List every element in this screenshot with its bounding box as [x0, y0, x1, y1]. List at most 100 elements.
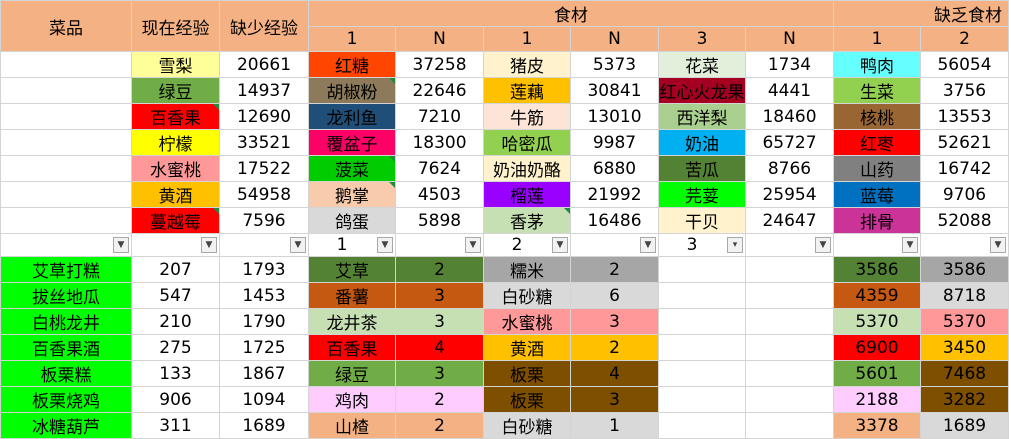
cell[interactable] [745, 256, 834, 283]
ingredient-cell[interactable]: 板栗 [483, 360, 571, 387]
lacking-cell[interactable]: 6900 [833, 334, 921, 361]
count-cell[interactable]: 3 [395, 360, 484, 387]
value-cell[interactable]: 20661 [219, 51, 309, 78]
filter-active-icon[interactable]: ▾ [727, 237, 743, 253]
lacking-cell[interactable]: 2188 [833, 386, 921, 413]
header-dish[interactable]: 菜品 [0, 0, 132, 52]
value-cell[interactable]: 9706 [920, 181, 1009, 208]
value-cell[interactable]: 7596 [219, 207, 309, 234]
dish-cell[interactable]: 板栗糕 [0, 360, 132, 387]
header-sub-n[interactable]: N [745, 26, 834, 52]
ingredient-cell[interactable]: 水蜜桃 [131, 155, 220, 182]
filter-dropdown-button[interactable]: ▼ [201, 237, 217, 253]
value-cell[interactable]: 30841 [570, 77, 659, 104]
cell[interactable] [0, 51, 132, 78]
value-cell[interactable]: 52088 [920, 207, 1009, 234]
cell[interactable] [745, 334, 834, 361]
cell[interactable] [658, 360, 746, 387]
filter-dropdown-button[interactable]: ▼ [290, 237, 306, 253]
ingredient-cell[interactable]: 红心火龙果 [658, 77, 746, 104]
lacking-cell[interactable]: 3450 [920, 334, 1009, 361]
value-cell[interactable]: 4503 [395, 181, 484, 208]
value-cell[interactable]: 7210 [395, 103, 484, 130]
current-exp-cell[interactable]: 311 [131, 412, 220, 439]
value-cell[interactable]: 13553 [920, 103, 1009, 130]
value-cell[interactable]: 6880 [570, 155, 659, 182]
ingredient-cell[interactable]: 奶油奶酪 [483, 155, 571, 182]
ingredient-cell[interactable]: 水蜜桃 [483, 308, 571, 335]
value-cell[interactable]: 16486 [570, 207, 659, 234]
lacking-cell[interactable]: 3586 [833, 256, 921, 283]
cell[interactable] [745, 360, 834, 387]
value-cell[interactable]: 56054 [920, 51, 1009, 78]
cell[interactable] [658, 256, 746, 283]
filter-cell[interactable]: ▼ [920, 233, 1009, 257]
cell[interactable] [0, 103, 132, 130]
ingredient-cell[interactable]: 芫荽 [658, 181, 746, 208]
value-cell[interactable]: 7624 [395, 155, 484, 182]
filter-cell[interactable]: ▼ [395, 233, 484, 257]
ingredient-cell[interactable]: 排骨 [833, 207, 921, 234]
dish-cell[interactable]: 百香果酒 [0, 334, 132, 361]
value-cell[interactable]: 3756 [920, 77, 1009, 104]
header-sub-n[interactable]: N [395, 26, 484, 52]
lacking-cell[interactable]: 7468 [920, 360, 1009, 387]
value-cell[interactable]: 1734 [745, 51, 834, 78]
ingredient-cell[interactable]: 鸽蛋 [308, 207, 396, 234]
count-cell[interactable]: 3 [395, 308, 484, 335]
ingredient-cell[interactable]: 蔓越莓 [131, 207, 220, 234]
lacking-cell[interactable]: 3586 [920, 256, 1009, 283]
filter-cell[interactable]: ▼ [219, 233, 309, 257]
ingredient-cell[interactable]: 苦瓜 [658, 155, 746, 182]
cell[interactable] [658, 334, 746, 361]
ingredient-cell[interactable]: 糯米 [483, 256, 571, 283]
filter-cell[interactable]: ▼ [570, 233, 659, 257]
count-cell[interactable]: 2 [395, 256, 484, 283]
lacking-exp-cell[interactable]: 1689 [219, 412, 309, 439]
filter-cell[interactable]: 2 ▼ [483, 233, 571, 257]
value-cell[interactable]: 5373 [570, 51, 659, 78]
ingredient-cell[interactable]: 白砂糖 [483, 412, 571, 439]
filter-dropdown-button[interactable]: ▼ [113, 237, 129, 253]
ingredient-cell[interactable]: 绿豆 [131, 77, 220, 104]
value-cell[interactable]: 13010 [570, 103, 659, 130]
value-cell[interactable]: 25954 [745, 181, 834, 208]
ingredient-cell[interactable]: 雪梨 [131, 51, 220, 78]
filter-cell[interactable]: 1 ▼ [308, 233, 396, 257]
value-cell[interactable]: 33521 [219, 129, 309, 156]
header-sub-n[interactable]: N [570, 26, 659, 52]
value-cell[interactable]: 37258 [395, 51, 484, 78]
value-cell[interactable]: 54958 [219, 181, 309, 208]
filter-cell[interactable]: ▼ [833, 233, 921, 257]
filter-dropdown-button[interactable]: ▼ [377, 237, 393, 253]
value-cell[interactable]: 8766 [745, 155, 834, 182]
ingredient-cell[interactable]: 香茅 [483, 207, 571, 234]
filter-dropdown-button[interactable]: ▼ [640, 237, 656, 253]
ingredient-cell[interactable]: 红枣 [833, 129, 921, 156]
count-cell[interactable]: 2 [570, 256, 659, 283]
count-cell[interactable]: 3 [570, 386, 659, 413]
ingredient-cell[interactable]: 胡椒粉 [308, 77, 396, 104]
current-exp-cell[interactable]: 210 [131, 308, 220, 335]
cell[interactable] [0, 129, 132, 156]
count-cell[interactable]: 2 [570, 334, 659, 361]
value-cell[interactable]: 12690 [219, 103, 309, 130]
value-cell[interactable]: 21992 [570, 181, 659, 208]
lacking-cell[interactable]: 5370 [920, 308, 1009, 335]
ingredient-cell[interactable]: 花菜 [658, 51, 746, 78]
ingredient-cell[interactable]: 干贝 [658, 207, 746, 234]
header-sub-3[interactable]: 3 [658, 26, 746, 52]
ingredient-cell[interactable]: 猪皮 [483, 51, 571, 78]
cell[interactable] [658, 282, 746, 309]
value-cell[interactable]: 24647 [745, 207, 834, 234]
lacking-exp-cell[interactable]: 1725 [219, 334, 309, 361]
cell[interactable] [0, 77, 132, 104]
ingredient-cell[interactable]: 白砂糖 [483, 282, 571, 309]
dish-cell[interactable]: 白桃龙井 [0, 308, 132, 335]
lacking-exp-cell[interactable]: 1094 [219, 386, 309, 413]
cell[interactable] [745, 386, 834, 413]
header-sub-2[interactable]: 2 [920, 26, 1009, 52]
header-sub-1[interactable]: 1 [308, 26, 396, 52]
value-cell[interactable]: 5898 [395, 207, 484, 234]
filter-dropdown-button[interactable]: ▼ [990, 237, 1006, 253]
